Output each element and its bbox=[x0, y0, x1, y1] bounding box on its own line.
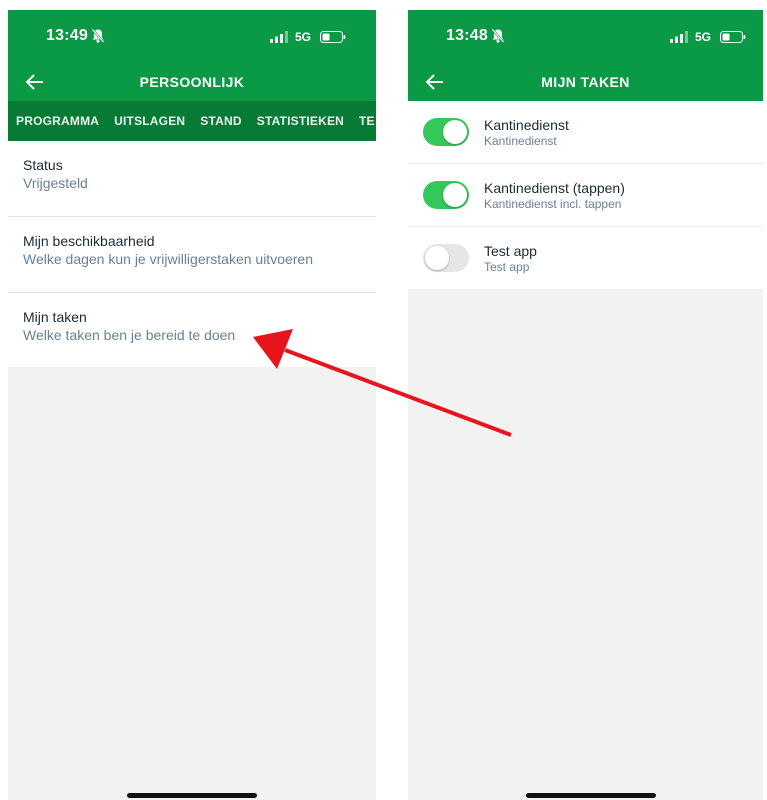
annotation-arrow bbox=[253, 329, 512, 437]
